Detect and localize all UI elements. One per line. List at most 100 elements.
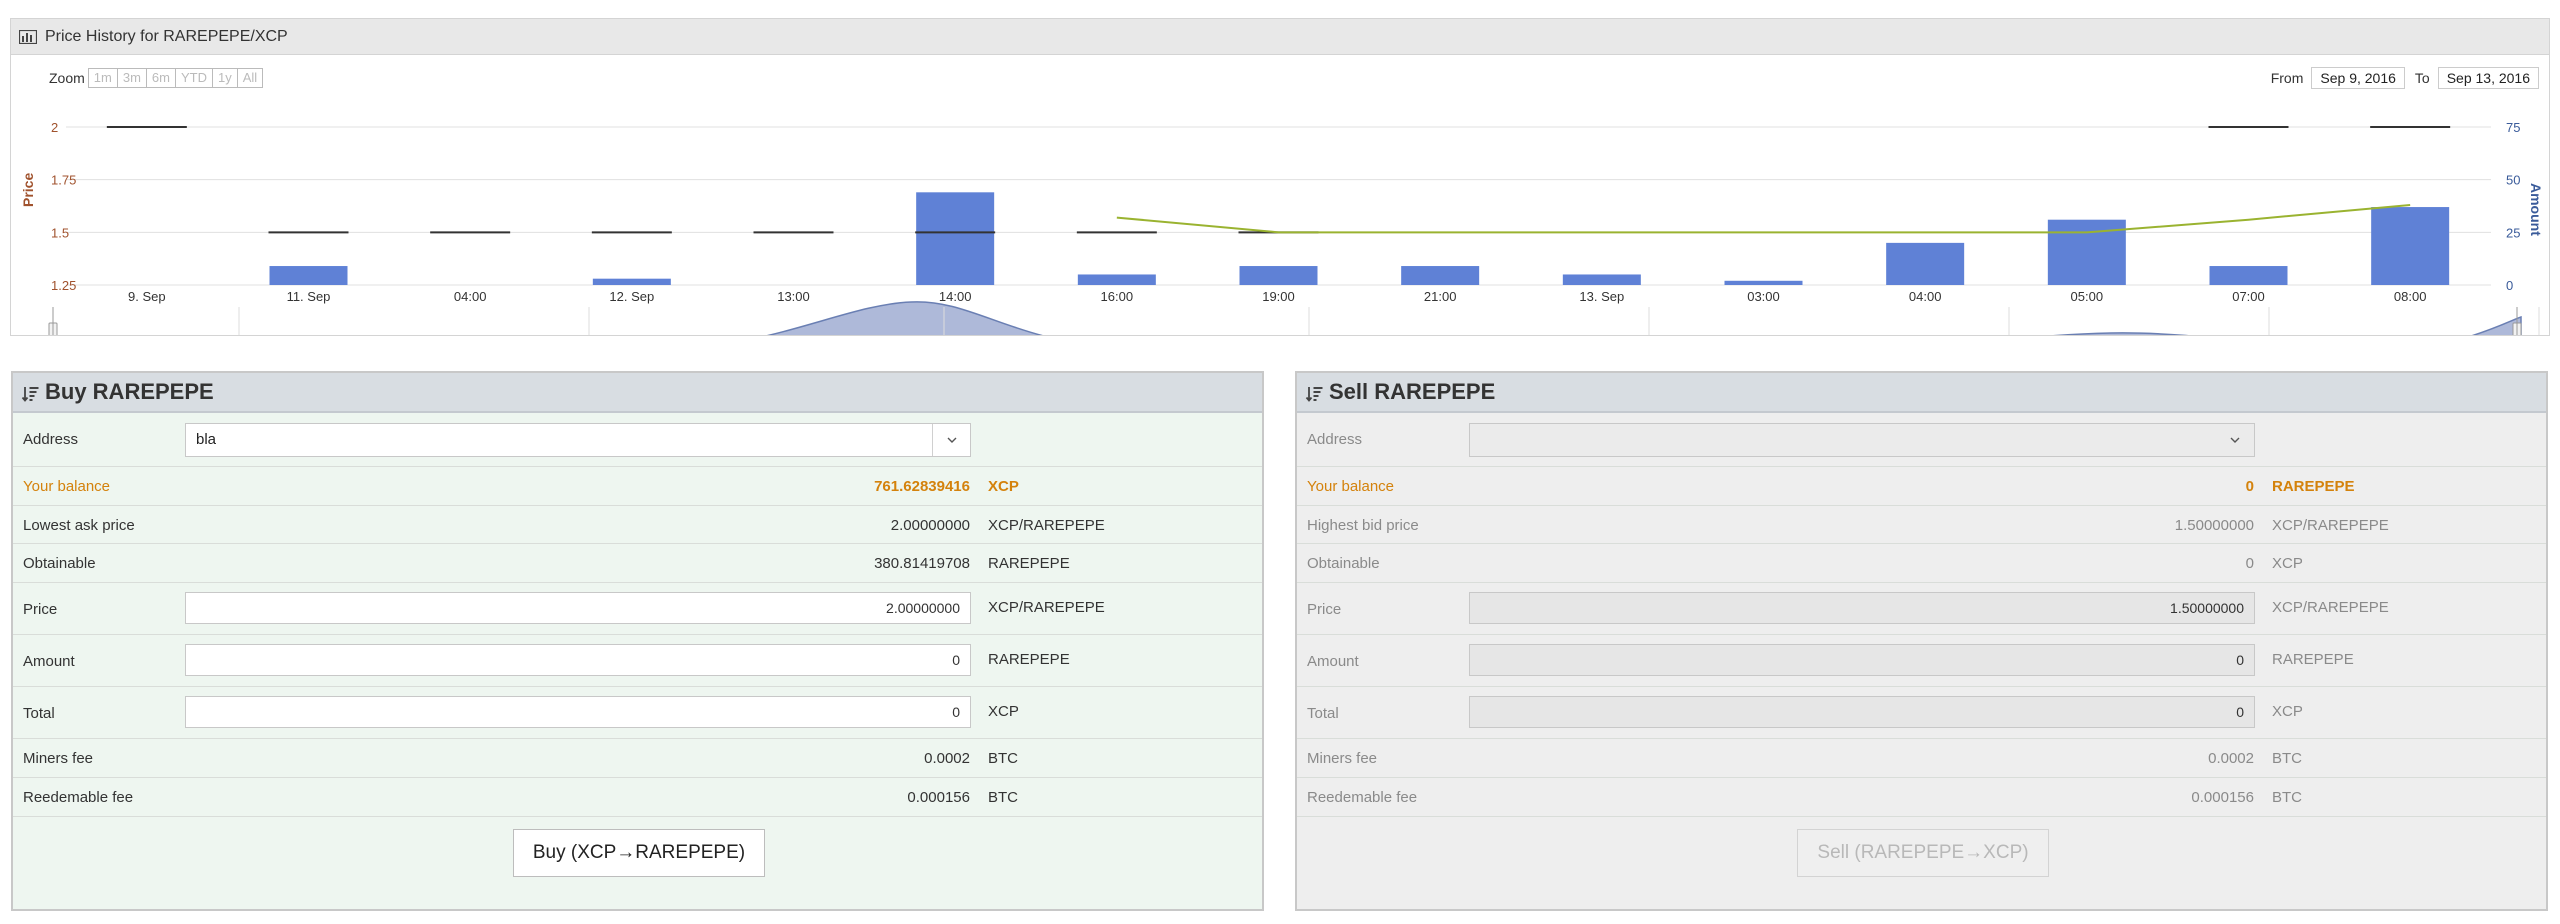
buy-miners-fee-unit: BTC [988,750,1018,767]
buy-miners-fee-value: 0.0002 [924,750,970,767]
chevron-down-icon[interactable] [2216,424,2254,456]
zoom-all-button[interactable]: All [236,68,264,88]
bar-chart-icon [18,29,38,44]
sort-amount-icon [1305,383,1323,402]
sell-highest-bid-value: 1.50000000 [2174,517,2254,534]
x-tick-label: 16:00 [1101,289,1134,304]
price-history-chart-area: 2 1.75 1.5 1.25 75 50 25 0 Price Amount 9. Sep 11. … [11,55,2549,335]
x-tick-label: 21:00 [1424,289,1457,304]
sell-redeemable-fee-label: Reedemable fee [1307,789,1418,806]
sell-redeemable-fee-value: 0.000156 [2191,789,2254,806]
sell-balance-value: 0 [2245,478,2254,495]
sort-amount-icon [21,383,39,402]
sell-balance-unit: RAREPEPE [2272,478,2355,495]
sell-obtainable-value: 0 [2245,555,2254,572]
zoom-6m-button[interactable]: 6m [145,68,176,88]
price-axis-label: Price [20,173,36,207]
buy-balance-label: Your balance [23,478,111,495]
chevron-down-icon[interactable] [932,424,970,456]
buy-obtainable-label: Obtainable [23,555,96,572]
to-date-input[interactable]: Sep 13, 2016 [2437,67,2539,89]
buy-price-row: Price 2.00000000 XCP/RAREPEPE [13,583,1262,635]
buy-lowest-ask-value: 2.00000000 [890,517,970,534]
amount-axis-label: Amount [2528,183,2544,236]
sell-amount-input[interactable]: 0 [1469,644,2255,676]
sell-balance-row: Your balance 0 RAREPEPE [1297,467,2546,506]
sell-amount-row: Amount 0 RAREPEPE [1297,635,2546,687]
buy-obtainable-row: Obtainable 380.81419708 RAREPEPE [13,544,1262,583]
sell-address-select[interactable] [1469,423,2255,457]
amount-bar [1886,242,1965,285]
amount-bar [1724,280,1803,285]
from-date-input[interactable]: Sep 9, 2016 [2311,67,2405,89]
to-label: To [2414,70,2430,86]
sell-panel: Sell RAREPEPE Address Your balance 0 RAR… [1295,371,2548,911]
buy-amount-input[interactable]: 0 [185,644,971,676]
buy-address-select[interactable]: bla [185,423,971,457]
buy-action-row: Buy (XCP→RAREPEPE) [13,817,1262,897]
buy-redeemable-fee-unit: BTC [988,789,1018,806]
buy-lowest-ask-row: Lowest ask price 2.00000000 XCP/RAREPEPE [13,506,1262,544]
sell-price-label: Price [1307,601,1342,618]
buy-obtainable-value: 380.81419708 [874,555,970,572]
price-tick-label: 2 [51,120,58,135]
price-history-title: Price History for RAREPEPE/XCP [45,27,288,45]
zoom-1m-button[interactable]: 1m [87,68,118,88]
buy-total-input[interactable]: 0 [185,696,971,728]
buy-panel-title: Buy RAREPEPE [45,379,214,404]
buy-balance-value: 761.62839416 [874,478,970,495]
x-tick-label: 9. Sep [128,289,166,304]
amount-tick-label: 25 [2506,225,2520,240]
sell-price-unit: XCP/RAREPEPE [2272,599,2389,616]
zoom-3m-button[interactable]: 3m [116,68,147,88]
buy-panel-header: Buy RAREPEPE [13,373,1262,413]
amount-bar [2209,266,2288,285]
buy-total-row: Total 0 XCP [13,687,1262,739]
price-history-header: Price History for RAREPEPE/XCP [11,19,2549,55]
buy-address-value: bla [196,431,217,448]
sell-panel-header: Sell RAREPEPE [1297,373,2546,413]
sell-price-input[interactable]: 1.50000000 [1469,592,2255,624]
sell-total-input[interactable]: 0 [1469,696,2255,728]
sell-balance-label: Your balance [1307,478,1395,495]
buy-amount-unit: RAREPEPE [988,651,1070,668]
price-tick-label: 1.25 [51,278,76,293]
sell-amount-unit: RAREPEPE [2272,651,2354,668]
amount-bar [1562,274,1641,285]
buy-amount-label: Amount [23,653,75,670]
x-tick-label: 08:00 [2394,289,2427,304]
buy-price-label: Price [23,601,58,618]
sell-obtainable-row: Obtainable 0 XCP [1297,544,2546,583]
buy-miners-fee-label: Miners fee [23,750,94,767]
x-tick-label: 04:00 [454,289,487,304]
sell-miners-fee-value: 0.0002 [2208,750,2254,767]
buy-price-input[interactable]: 2.00000000 [185,592,971,624]
sell-button[interactable]: Sell (RAREPEPE→XCP) [1797,829,2049,877]
buy-address-label: Address [23,431,79,448]
amount-bar [2371,207,2450,285]
zoom-1y-button[interactable]: 1y [211,68,238,88]
from-label: From [2270,70,2304,86]
buy-balance-unit: XCP [988,478,1019,495]
amount-bar [916,192,995,285]
navigator-area [766,301,2522,335]
sell-price-row: Price 1.50000000 XCP/RAREPEPE [1297,583,2546,635]
x-tick-label: 04:00 [1909,289,1942,304]
sell-action-row: Sell (RAREPEPE→XCP) [1297,817,2546,897]
sell-obtainable-label: Obtainable [1307,555,1380,572]
buy-redeemable-fee-row: Reedemable fee 0.000156 BTC [13,778,1262,817]
amount-bar [1401,266,1480,285]
price-chart[interactable]: 2 1.75 1.5 1.25 75 50 25 0 Price Amount 9. Sep 11. … [11,55,2549,335]
price-tick-label: 1.75 [51,173,76,188]
buy-obtainable-unit: RAREPEPE [988,555,1070,572]
sell-obtainable-unit: XCP [2272,555,2303,572]
buy-button[interactable]: Buy (XCP→RAREPEPE) [513,829,765,877]
buy-total-unit: XCP [988,703,1019,720]
sell-highest-bid-row: Highest bid price 1.50000000 XCP/RAREPEP… [1297,506,2546,544]
sell-address-label: Address [1307,431,1363,448]
sell-address-row: Address [1297,413,2546,467]
buy-amount-row: Amount 0 RAREPEPE [13,635,1262,687]
zoom-ytd-button[interactable]: YTD [174,68,213,88]
x-tick-label: 13:00 [777,289,810,304]
amount-tick-label: 50 [2506,173,2520,188]
